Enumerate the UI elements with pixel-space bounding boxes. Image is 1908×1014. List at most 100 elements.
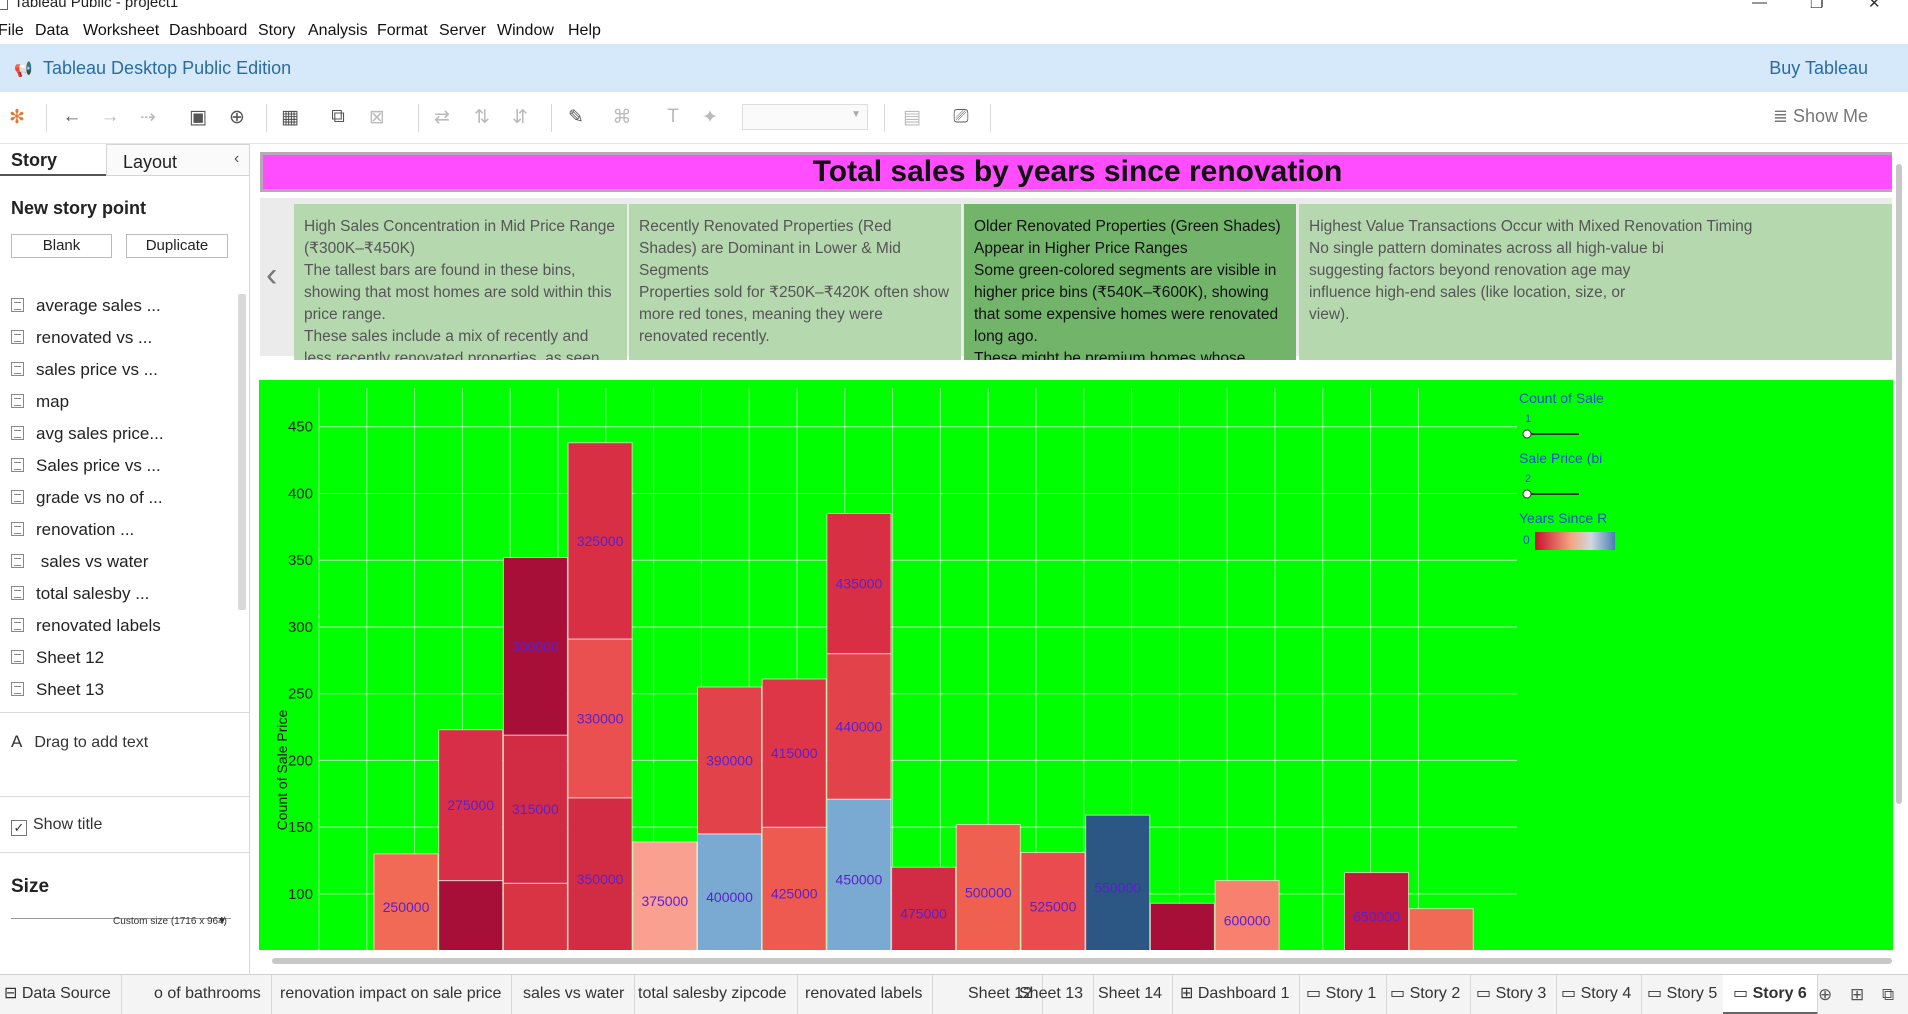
checkmark-icon: ✓ <box>11 820 27 836</box>
menu-format[interactable]: Format <box>377 22 428 40</box>
menu-analysis[interactable]: Analysis <box>308 22 368 40</box>
tab-story[interactable]: ▭ Story 4 <box>1551 975 1643 1014</box>
redo-icon[interactable]: → <box>98 106 122 128</box>
minimize-icon[interactable]: — <box>1752 0 1767 11</box>
tab-sheet[interactable]: Sheet 14 <box>1088 975 1174 1014</box>
sheet-list-item[interactable]: sales vs water <box>11 552 148 578</box>
close-icon[interactable]: ✕ <box>1868 0 1881 12</box>
menu-window[interactable]: Window <box>497 22 554 40</box>
duplicate-sheet-icon[interactable]: ⧉ <box>326 106 350 128</box>
y-tick-label: 100 <box>288 886 313 903</box>
legend-count-slider-handle <box>1522 429 1532 439</box>
tab-story[interactable]: ▭ Story 3 <box>1466 975 1558 1014</box>
tab-story[interactable]: ▭ Story 5 <box>1637 975 1729 1014</box>
story-icon: ▭ <box>1561 985 1581 1002</box>
horizontal-scrollbar[interactable] <box>272 958 1892 964</box>
menu-story[interactable]: Story <box>258 22 295 40</box>
sheet-list-item[interactable]: Sheet 12 <box>11 648 104 674</box>
story-point-2[interactable]: Recently Renovated Properties (Red Shade… <box>629 204 961 360</box>
new-datasource-icon[interactable]: ⊕ <box>225 106 249 129</box>
sheet-list-item[interactable]: total salesby ... <box>11 584 149 610</box>
tab-dashboard[interactable]: ⊞ Dashboard 1 <box>1170 975 1301 1014</box>
sheet-list-item[interactable]: renovation ... <box>11 520 134 546</box>
sheet-list-item[interactable]: grade vs no of ... <box>11 488 163 514</box>
show-me-button[interactable]: ≣ Show Me <box>1773 106 1868 127</box>
size-dropdown[interactable]: Custom size (1716 x 964) ▼ <box>11 914 231 927</box>
tab-story[interactable]: ▭ Story 2 <box>1380 975 1472 1014</box>
duplicate-button[interactable]: Duplicate <box>126 234 228 258</box>
story-point-3-active[interactable]: Older Renovated Properties (Green Shades… <box>964 204 1296 360</box>
tab-layout[interactable]: Layout <box>106 144 250 176</box>
sheet-tab-bar: ⊟ Data Source o of bathrooms renovation … <box>0 974 1908 1014</box>
undo-icon[interactable]: ← <box>60 106 84 128</box>
menu-help[interactable]: Help <box>568 22 601 40</box>
new-story-icon[interactable]: ⧉ <box>1882 985 1894 1005</box>
new-dashboard-icon[interactable]: ⊞ <box>1850 985 1864 1005</box>
fix-axes-icon[interactable]: ✦ <box>698 106 722 129</box>
toolbar: ✻ ← → ⇢ ▣ ⊕ ▦ ⧉ ⊠ ⇄ ⇅ ⇵ ✎ ⌘ T ✦ ▼ ▤ ⎚ ≣ … <box>0 92 1908 144</box>
megaphone-icon: 📢 <box>14 61 33 78</box>
menu-worksheet[interactable]: Worksheet <box>83 22 159 40</box>
collapse-panel-icon[interactable]: ‹ <box>234 150 239 168</box>
bar-data-label: 650000 <box>1353 908 1400 924</box>
swap-rows-columns-icon[interactable]: ⇄ <box>430 106 454 129</box>
tab-sheet[interactable]: o of bathrooms <box>144 975 272 1014</box>
menu-dashboard[interactable]: Dashboard <box>169 22 247 40</box>
save-icon[interactable]: ▣ <box>186 106 210 129</box>
presentation-mode-icon[interactable]: ⎚ <box>949 106 973 128</box>
drag-to-add-text[interactable]: A Drag to add text <box>11 732 148 752</box>
tab-data-source[interactable]: ⊟ Data Source <box>0 975 122 1014</box>
previous-story-point-icon[interactable]: ‹ <box>266 256 277 295</box>
clear-sheet-icon[interactable]: ⊠ <box>365 106 389 129</box>
sheet-list-item[interactable]: sales price vs ... <box>11 360 158 386</box>
story-point-1[interactable]: High Sales Concentration in Mid Price Ra… <box>294 204 627 360</box>
sheet-list-item[interactable]: Sales price vs ... <box>11 456 161 482</box>
tab-sheet[interactable]: renovated labels <box>795 975 934 1014</box>
highlight-icon[interactable]: ✎ <box>564 106 588 129</box>
histogram-chart[interactable]: 100 150 200 250 300 350 400 450 Count of Sale Pr… <box>259 380 1893 950</box>
tab-sheet[interactable]: sales vs water <box>513 975 636 1014</box>
story-point-4[interactable]: Highest Value Transactions Occur with Mi… <box>1299 204 1892 360</box>
edition-banner: 📢 Tableau Desktop Public Edition Buy Tab… <box>0 44 1908 92</box>
new-worksheet-icon[interactable]: ▦ <box>278 106 302 129</box>
chevron-down-icon: ▼ <box>217 916 227 927</box>
bar-data-label: 425000 <box>771 886 818 902</box>
tab-story[interactable]: Story <box>0 144 106 176</box>
sheet-list-item[interactable]: renovated vs ... <box>11 328 152 354</box>
show-title-checkbox[interactable]: ✓ Show title <box>11 816 102 836</box>
show-cards-icon[interactable]: ▤ <box>900 106 924 129</box>
tab-sheet[interactable]: total salesby zipcode <box>628 975 798 1014</box>
sort-descending-icon[interactable]: ⇵ <box>508 106 532 129</box>
sheet-list-item[interactable]: avg sales price... <box>11 424 164 450</box>
worksheet-icon <box>11 650 24 664</box>
buy-tableau-link[interactable]: Buy Tableau <box>1769 58 1868 79</box>
y-tick-label: 200 <box>288 752 313 769</box>
worksheet-icon <box>11 554 24 568</box>
menu-server[interactable]: Server <box>439 22 486 40</box>
sheet-list-item[interactable]: renovated labels <box>11 616 161 642</box>
fit-dropdown[interactable]: ▼ <box>742 104 868 130</box>
tab-story[interactable]: ▭ Story 1 <box>1296 975 1388 1014</box>
show-mark-labels-icon[interactable]: T <box>661 106 685 128</box>
bar-data-label: 475000 <box>900 906 947 922</box>
vertical-scrollbar[interactable] <box>1896 164 1902 804</box>
sheet-list-item[interactable]: average sales ... <box>11 296 161 322</box>
maximize-icon[interactable]: ❐ <box>1810 0 1823 12</box>
replay-icon[interactable]: ⇢ <box>136 106 160 129</box>
sort-ascending-icon[interactable]: ⇅ <box>470 106 494 129</box>
group-members-icon[interactable]: ⌘ <box>610 106 634 129</box>
tableau-logo-icon[interactable]: ✻ <box>5 106 29 129</box>
tab-story-active[interactable]: ▭ Story 6 <box>1723 975 1818 1014</box>
sheet-list-item[interactable]: Sheet 13 <box>11 680 104 700</box>
sheet-list-scrollbar[interactable] <box>238 294 246 610</box>
tab-sheet[interactable]: Sheet 13 <box>1009 975 1095 1014</box>
menu-file[interactable]: File <box>0 22 24 40</box>
worksheet-icon <box>11 394 24 408</box>
menu-data[interactable]: Data <box>35 22 69 40</box>
sheet-list-item[interactable]: map <box>11 392 69 418</box>
histogram-viz[interactable]: 100 150 200 250 300 350 400 450 Count of Sale Pr… <box>259 380 1893 950</box>
tab-sheet[interactable]: renovation impact on sale price <box>270 975 513 1014</box>
blank-button[interactable]: Blank <box>11 234 112 258</box>
legend-bins-slider-handle <box>1522 489 1532 499</box>
new-worksheet-icon[interactable]: ⊕ <box>1818 985 1832 1005</box>
